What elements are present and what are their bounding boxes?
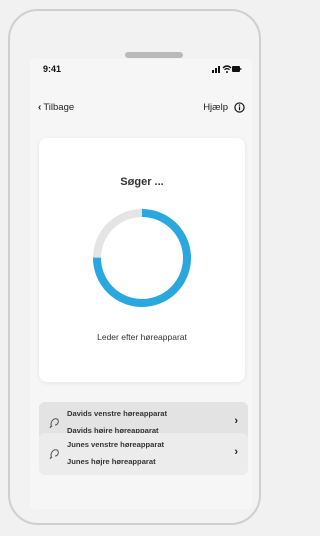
speaker-slot [125, 52, 183, 58]
back-button[interactable]: ‹ Tilbage [38, 99, 74, 115]
search-progress-ring [93, 209, 191, 307]
back-label: Tilbage [43, 101, 75, 113]
signal-icon [212, 66, 220, 73]
nav-bar: ‹ Tilbage Hjælp [30, 99, 252, 119]
search-card: Søger ... Leder efter høreapparat [39, 138, 245, 382]
device-label-left: Junes venstre høreapparat [67, 440, 165, 449]
battery-icon [232, 66, 242, 72]
info-circle-icon [234, 101, 245, 113]
help-button[interactable]: Hjælp [203, 99, 245, 115]
help-label: Hjælp [203, 101, 228, 113]
system-icons [212, 65, 242, 73]
device-group-junes[interactable]: Junes venstre høreapparat Junes højre hø… [39, 433, 248, 475]
search-caption: Leder efter høreapparat [97, 332, 187, 342]
chevron-right-icon: › [234, 415, 238, 427]
status-bar: 9:41 [30, 59, 252, 83]
search-title: Søger ... [120, 176, 164, 188]
hearing-aid-icon [49, 449, 59, 460]
chevron-right-icon: › [234, 446, 238, 458]
hearing-aid-icon [49, 418, 59, 429]
status-time: 9:41 [43, 64, 62, 74]
device-label-left: Davids venstre høreapparat [67, 409, 168, 418]
device-label-right: Junes højre høreapparat [67, 457, 156, 466]
chevron-left-icon: ‹ [38, 101, 42, 113]
app-screen: 9:41 ‹ Tilbage Hjælp Søger ... Leder eft… [30, 59, 252, 509]
wifi-icon [222, 65, 232, 73]
